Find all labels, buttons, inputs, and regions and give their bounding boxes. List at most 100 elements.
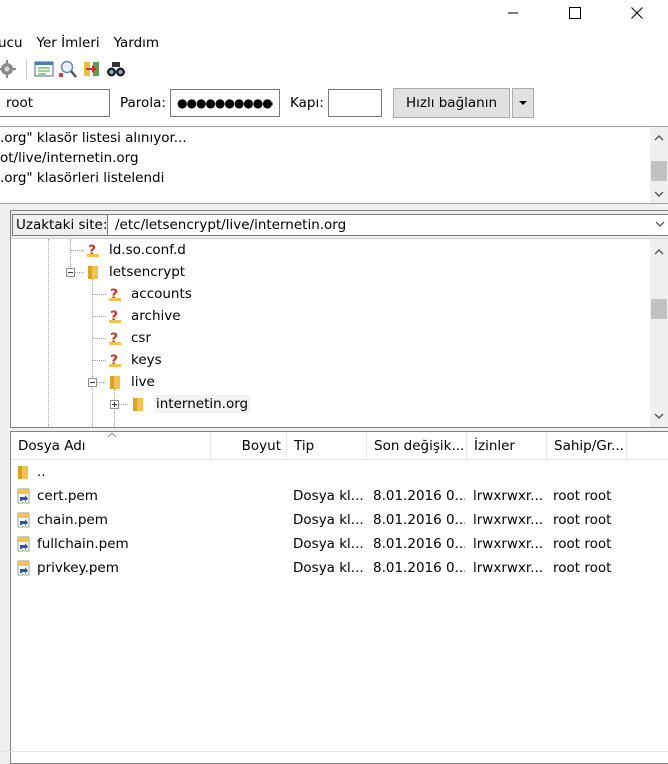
quickconnect-button-label: Hızlı bağlanın [405,95,498,111]
table-row[interactable]: fullchain.pem Dosya kl... 8.01.2016 0...… [11,532,668,556]
column-header-filename[interactable]: Dosya Adı [11,432,211,460]
remote-path-combo[interactable]: /etc/letsencrypt/live/internetin.org [107,214,668,236]
file-owner: root root [553,536,612,552]
file-name: privkey.pem [37,560,119,576]
symlink-file-icon [17,536,31,552]
expand-toggle[interactable] [110,400,119,409]
tree-item-label: accounts [131,286,192,302]
remote-site-pane: Uzaktaki site: /etc/letsencrypt/live/int… [10,210,668,428]
file-owner: root root [553,488,612,504]
file-permissions: lrwxrwxr... [473,488,544,504]
folder-open-icon [107,374,123,390]
quickconnect-button[interactable]: Hızlı bağlanın [393,88,510,118]
table-row[interactable]: privkey.pem Dosya kl... 8.01.2016 0... l… [11,556,668,580]
collapse-toggle[interactable] [88,378,97,387]
tree-item-label: letsencrypt [109,264,186,280]
sort-asc-icon [107,432,117,438]
file-list-header: Dosya Adı Boyut Tip Son değişik... İzinl… [11,432,668,460]
column-header-size[interactable]: Boyut [211,432,287,460]
search-remote-button[interactable] [57,58,79,80]
tree-guide [92,294,106,295]
file-type: Dosya kl... [293,488,364,504]
local-pane-edge [0,210,10,764]
file-size [211,484,287,508]
scroll-down-button[interactable] [650,185,668,203]
tree-item-label: archive [131,308,181,324]
scroll-up-button[interactable] [650,129,668,147]
port-field[interactable] [328,89,382,117]
search-remote-icon [59,60,77,78]
file-modified: 8.01.2016 0... [373,560,465,576]
scroll-up-button[interactable] [650,243,668,261]
menu-item-bookmarks[interactable]: Yer İmleri [30,35,107,51]
file-name: fullchain.pem [37,536,129,552]
chevron-down-icon[interactable] [654,218,666,234]
tree-item-live[interactable]: live [107,371,155,393]
tree-item-csr[interactable]: ? csr [107,327,151,349]
tree-scrollbar[interactable] [650,239,668,427]
remote-site-bar: Uzaktaki site: /etc/letsencrypt/live/int… [11,211,668,239]
scroll-thumb[interactable] [651,161,667,181]
remote-path-value: /etc/letsencrypt/live/internetin.org [115,217,347,233]
tree-item-internetin-org[interactable]: internetin.org [130,393,251,415]
tree-guide [92,316,106,317]
tree-item-accounts[interactable]: ? accounts [107,283,192,305]
compare-dirs-icon [84,62,99,76]
parent-directory-row[interactable]: .. [11,460,668,484]
column-header-permissions[interactable]: İzinler [467,432,547,460]
file-type: Dosya kl... [293,536,364,552]
log-scrollbar[interactable] [650,127,668,203]
scroll-down-button[interactable] [650,407,668,425]
menu-bar: ucu Yer İmleri Yardım [0,32,668,54]
tree-item-ld-so-conf-d[interactable]: ? ld.so.conf.d [85,239,186,261]
file-modified: 8.01.2016 0... [373,488,465,504]
tree-guide [92,360,106,361]
tree-guide [92,338,106,339]
unknown-folder-icon: ? [107,352,123,368]
scroll-thumb[interactable] [651,299,667,319]
maximize-button[interactable] [544,0,606,26]
collapse-toggle[interactable] [66,268,75,277]
remote-directory-tree: ? ld.so.conf.d letsencrypt ? accounts ? … [11,239,668,427]
file-owner: root root [553,560,612,576]
file-type: Dosya kl... [293,560,364,576]
toggle-message-log-icon [34,61,54,77]
tree-guide [70,250,84,251]
tree-item-keys[interactable]: ? keys [107,349,162,371]
chevron-up-icon [654,135,664,141]
maximize-icon [569,7,581,19]
log-line: .org" klasör listesi alınıyor... [0,130,187,146]
tree-item-archive[interactable]: ? archive [107,305,181,327]
tree-item-label: csr [131,330,152,346]
column-header-owner[interactable]: Sahip/Gr... [547,432,627,460]
file-size [211,508,287,532]
file-owner: root root [553,512,612,528]
dropdown-arrow-icon [519,100,527,105]
close-button[interactable] [606,0,668,26]
file-modified: 8.01.2016 0... [373,536,465,552]
unknown-folder-icon: ? [107,286,123,302]
log-line: ot/live/internetin.org [0,150,139,166]
toggle-message-log-button[interactable] [33,58,55,80]
tree-guide [92,279,93,427]
tree-guide [119,404,128,405]
tree-item-label: live [131,374,155,390]
symlink-file-icon [17,488,31,504]
table-row[interactable]: chain.pem Dosya kl... 8.01.2016 0... lrw… [11,508,668,532]
port-label: Kapı: [290,95,324,111]
minimize-button[interactable] [482,0,544,26]
compare-dirs-button[interactable] [81,58,103,80]
column-header-type[interactable]: Tip [287,432,367,460]
table-row[interactable]: cert.pem Dosya kl... 8.01.2016 0... lrwx… [11,484,668,508]
password-field[interactable] [170,89,280,117]
quickconnect-dropdown-button[interactable] [512,88,534,118]
find-files-button[interactable] [105,58,127,80]
username-field[interactable] [0,89,110,117]
menu-item-tools[interactable]: ucu [0,35,30,51]
tree-item-letsencrypt[interactable]: letsencrypt [85,261,185,283]
process-queue-button[interactable] [0,58,18,80]
menu-item-help[interactable]: Yardım [107,35,166,51]
close-icon [631,7,643,19]
file-size [211,532,287,556]
column-header-modified[interactable]: Son değişik... [367,432,467,460]
